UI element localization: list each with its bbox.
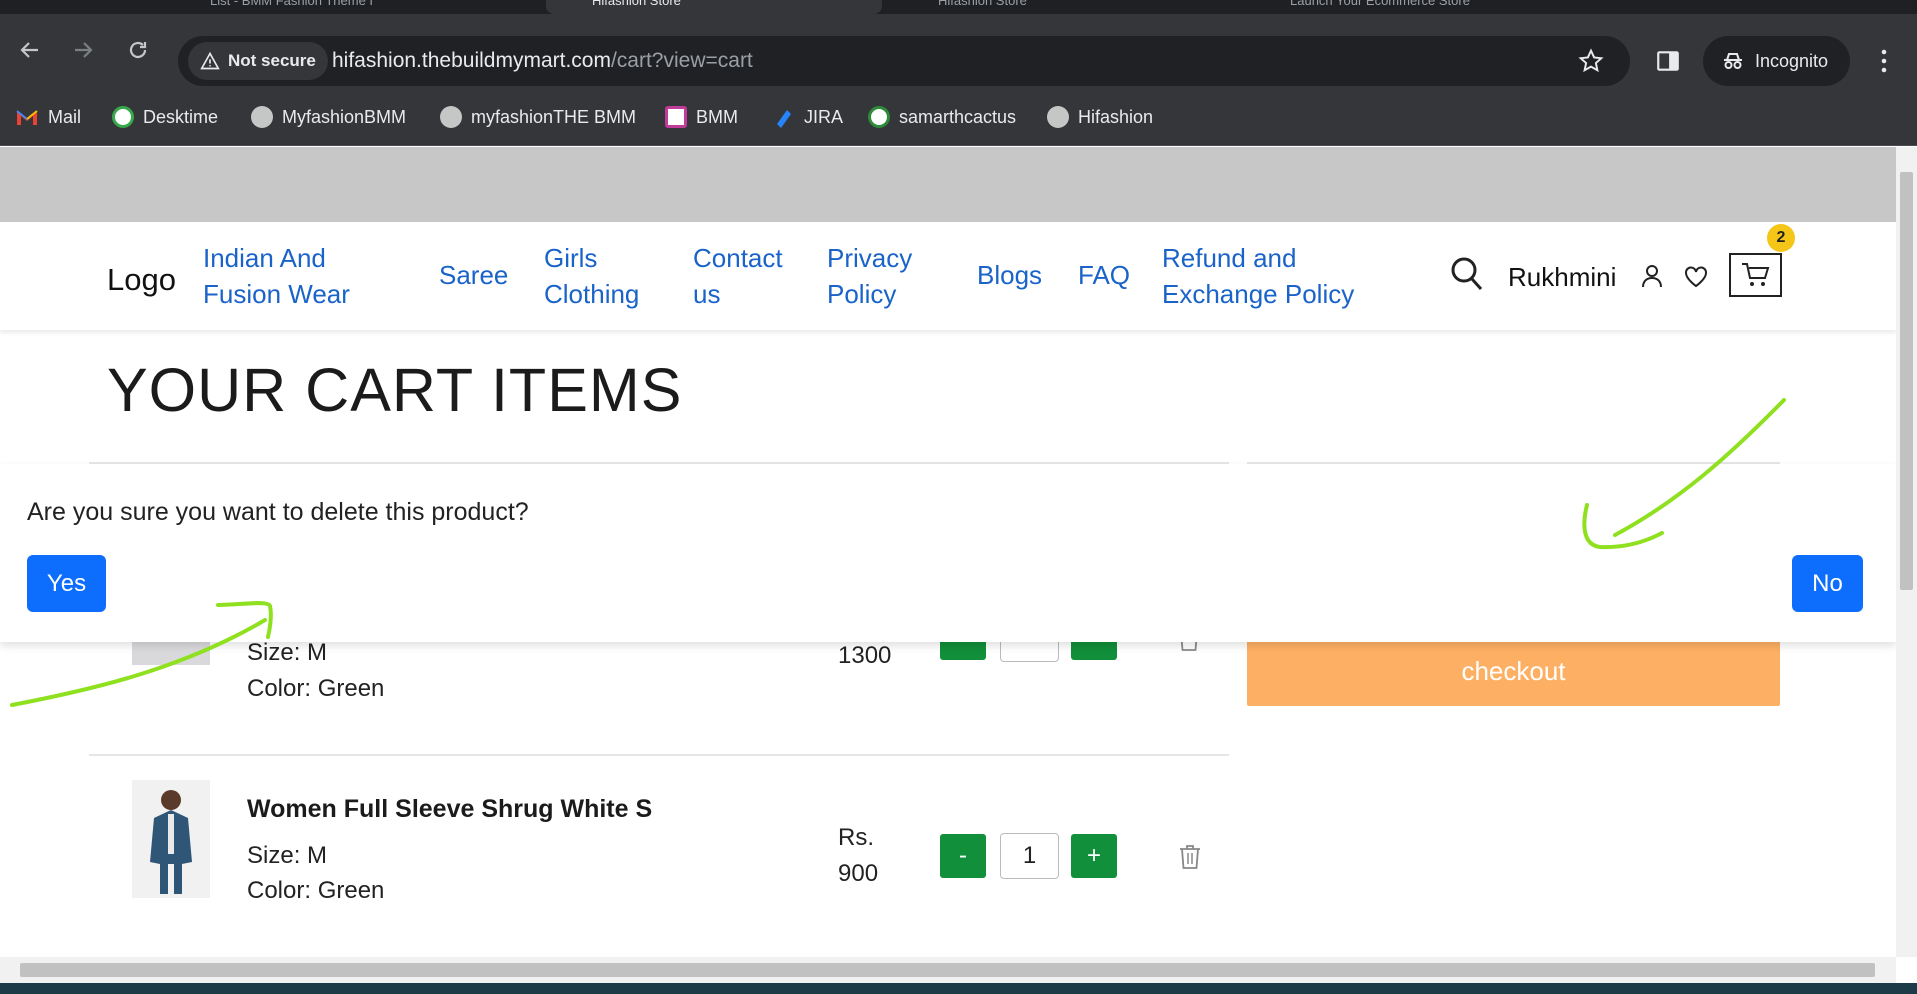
annotation-arrow-no xyxy=(1582,398,1786,550)
vertical-scroll-thumb[interactable] xyxy=(1900,172,1913,590)
horizontal-scrollbar[interactable] xyxy=(0,957,1896,983)
os-taskbar xyxy=(0,983,1917,994)
horizontal-scroll-thumb[interactable] xyxy=(20,963,1875,977)
annotation-overlay xyxy=(10,398,1786,707)
annotation-arrow-yes xyxy=(10,601,273,707)
vertical-scrollbar[interactable] xyxy=(1896,147,1917,957)
